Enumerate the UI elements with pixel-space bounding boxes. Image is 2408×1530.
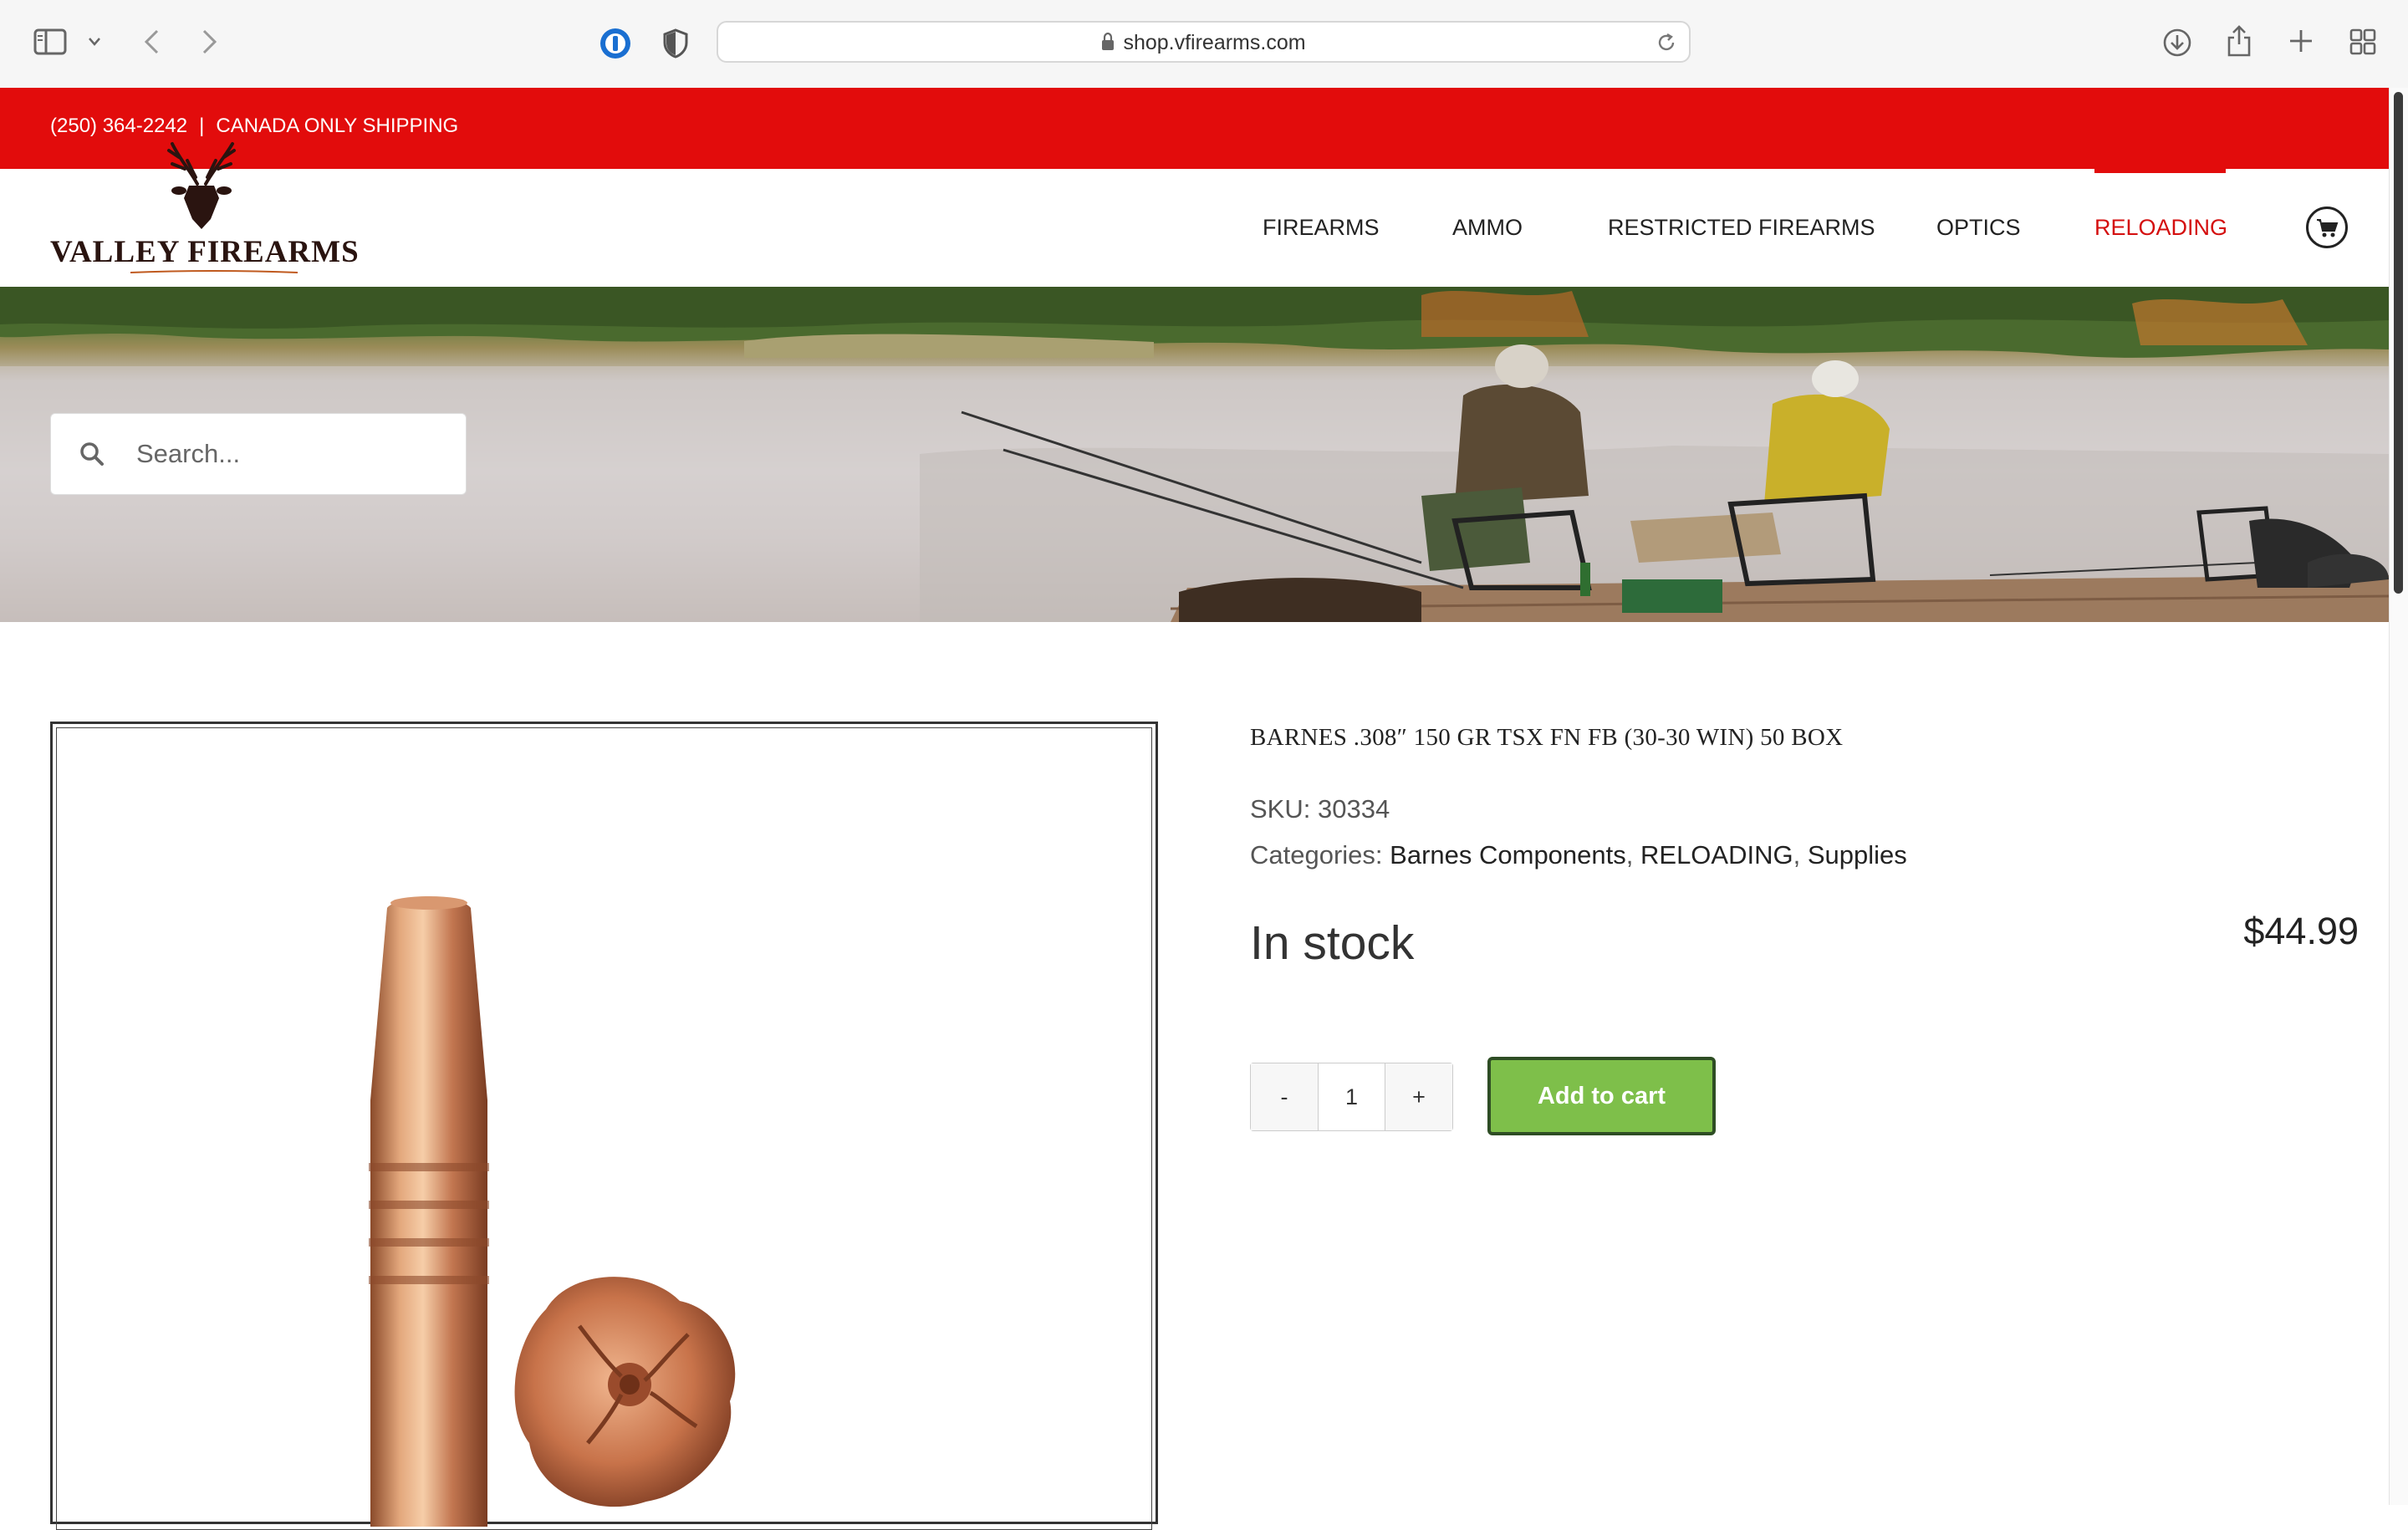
quantity-input[interactable]: 1: [1319, 1063, 1385, 1130]
nav-optics[interactable]: OPTICS: [1936, 215, 2021, 241]
quantity-increase-button[interactable]: +: [1385, 1063, 1452, 1130]
shipping-notice: CANADA ONLY SHIPPING: [216, 115, 459, 137]
category-link[interactable]: RELOADING: [1640, 840, 1793, 870]
tab-overview-icon[interactable]: [2349, 28, 2376, 55]
lock-icon: [1101, 33, 1115, 51]
nav-reloading[interactable]: RELOADING: [2094, 215, 2227, 241]
logo-text: VALLEY FIREARMS: [50, 235, 360, 269]
site-header: VALLEY FIREARMS FIREARMS AMMO RESTRICTED…: [0, 142, 2389, 287]
search-icon: [80, 442, 104, 466]
site-logo[interactable]: VALLEY FIREARMS: [47, 135, 359, 278]
top-info-bar: (250) 364-2242 | CANADA ONLY SHIPPING: [0, 88, 2389, 169]
share-icon[interactable]: [2226, 24, 2252, 58]
product-image-frame: [50, 722, 1158, 1530]
nav-restricted-firearms[interactable]: RESTRICTED FIREARMS: [1608, 215, 1875, 241]
category-link[interactable]: Supplies: [1808, 840, 1907, 870]
active-nav-indicator: [2094, 169, 2226, 173]
privacy-shield-icon[interactable]: [662, 28, 689, 59]
address-bar-text: shop.vfirearms.com: [718, 31, 1689, 55]
product-sku: SKU: 30334: [1250, 794, 1390, 824]
sidebar-icon[interactable]: [33, 28, 67, 55]
product-price: $44.99: [2243, 910, 2359, 952]
cart-button[interactable]: [2306, 207, 2348, 248]
reload-icon[interactable]: [1656, 32, 1677, 54]
new-tab-icon[interactable]: [2288, 28, 2314, 54]
product-categories: Categories: Barnes Components, RELOADING…: [1250, 840, 1907, 870]
page-scrollbar-thumb[interactable]: [2394, 92, 2403, 594]
nav-firearms[interactable]: FIREARMS: [1263, 215, 1380, 241]
forward-icon[interactable]: [201, 28, 219, 55]
address-bar[interactable]: shop.vfirearms.com: [717, 21, 1691, 63]
logo-underline: [130, 270, 298, 273]
add-to-cart-button[interactable]: Add to cart: [1487, 1057, 1716, 1135]
topbar-separator: |: [199, 115, 205, 137]
category-link[interactable]: Barnes Components: [1390, 840, 1626, 870]
product-bullet-image[interactable]: [329, 891, 830, 1527]
browser-toolbar: shop.vfirearms.com: [0, 0, 2408, 89]
quantity-stepper: - 1 +: [1250, 1063, 1453, 1131]
sku-label: SKU:: [1250, 794, 1311, 824]
product-title: BARNES .308″ 150 GR TSX FN FB (30-30 WIN…: [1250, 724, 1844, 751]
stock-status: In stock: [1250, 916, 1415, 970]
download-icon[interactable]: [2162, 28, 2192, 58]
quantity-decrease-button[interactable]: -: [1251, 1063, 1319, 1130]
password-manager-icon[interactable]: [599, 27, 632, 60]
phone-number[interactable]: (250) 364-2242: [50, 115, 187, 137]
categories-label: Categories:: [1250, 840, 1383, 870]
search-box[interactable]: [50, 413, 467, 495]
search-input[interactable]: [135, 432, 447, 476]
sku-value: 30334: [1317, 794, 1390, 824]
deer-head-icon: [167, 142, 236, 229]
back-icon[interactable]: [142, 28, 161, 55]
chevron-down-icon[interactable]: [88, 37, 101, 47]
nav-ammo[interactable]: AMMO: [1452, 215, 1523, 241]
url-text: shop.vfirearms.com: [1123, 31, 1306, 54]
cart-icon: [2317, 219, 2339, 237]
